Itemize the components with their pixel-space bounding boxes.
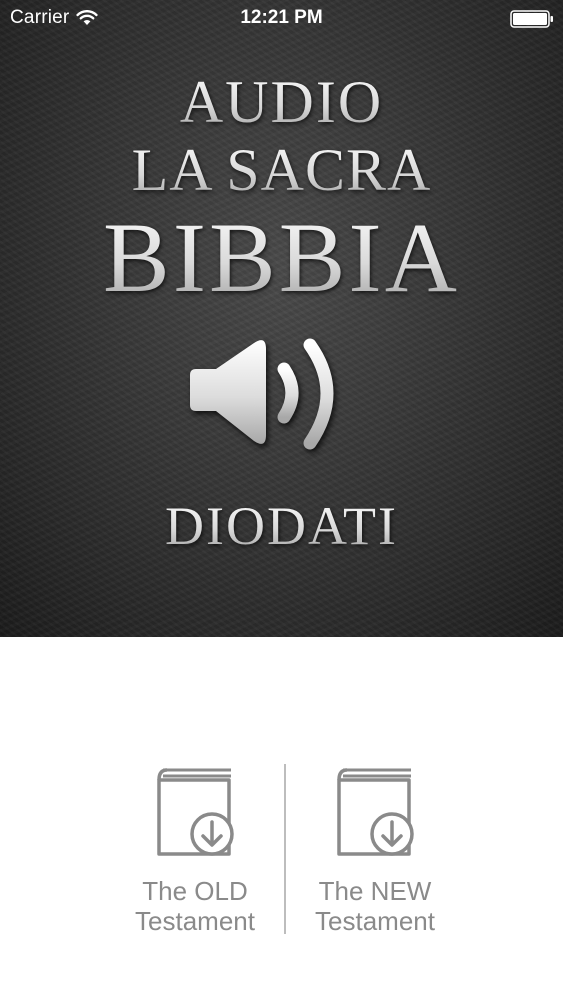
new-testament-line1: The NEW <box>318 876 432 906</box>
title-bibbia: BIBBIA <box>0 200 563 315</box>
title-diodati: DIODATI <box>0 495 563 557</box>
title-la-sacra: LA SACRA <box>0 136 563 205</box>
book-download-icon <box>157 768 234 856</box>
divider <box>284 764 286 934</box>
testament-panel <box>0 637 563 1000</box>
new-testament-label: The NEW Testament <box>300 876 450 936</box>
old-testament-line1: The OLD <box>142 876 248 906</box>
book-download-icon <box>337 768 414 856</box>
new-testament-button[interactable]: The NEW Testament <box>300 760 450 936</box>
title-audio: AUDIO <box>0 68 563 137</box>
new-testament-line2: Testament <box>315 906 435 936</box>
old-testament-label: The OLD Testament <box>120 876 270 936</box>
status-time: 12:21 PM <box>240 7 323 28</box>
old-testament-line2: Testament <box>135 906 255 936</box>
status-bar: Carrier 12:21 PM <box>0 0 563 36</box>
old-testament-button[interactable]: The OLD Testament <box>120 760 270 936</box>
speaker-icon <box>190 338 334 450</box>
battery-icon <box>510 10 553 28</box>
hero-cover: Carrier 12:21 PM AUDIO LA SACRA BIBBIA D… <box>0 0 563 637</box>
